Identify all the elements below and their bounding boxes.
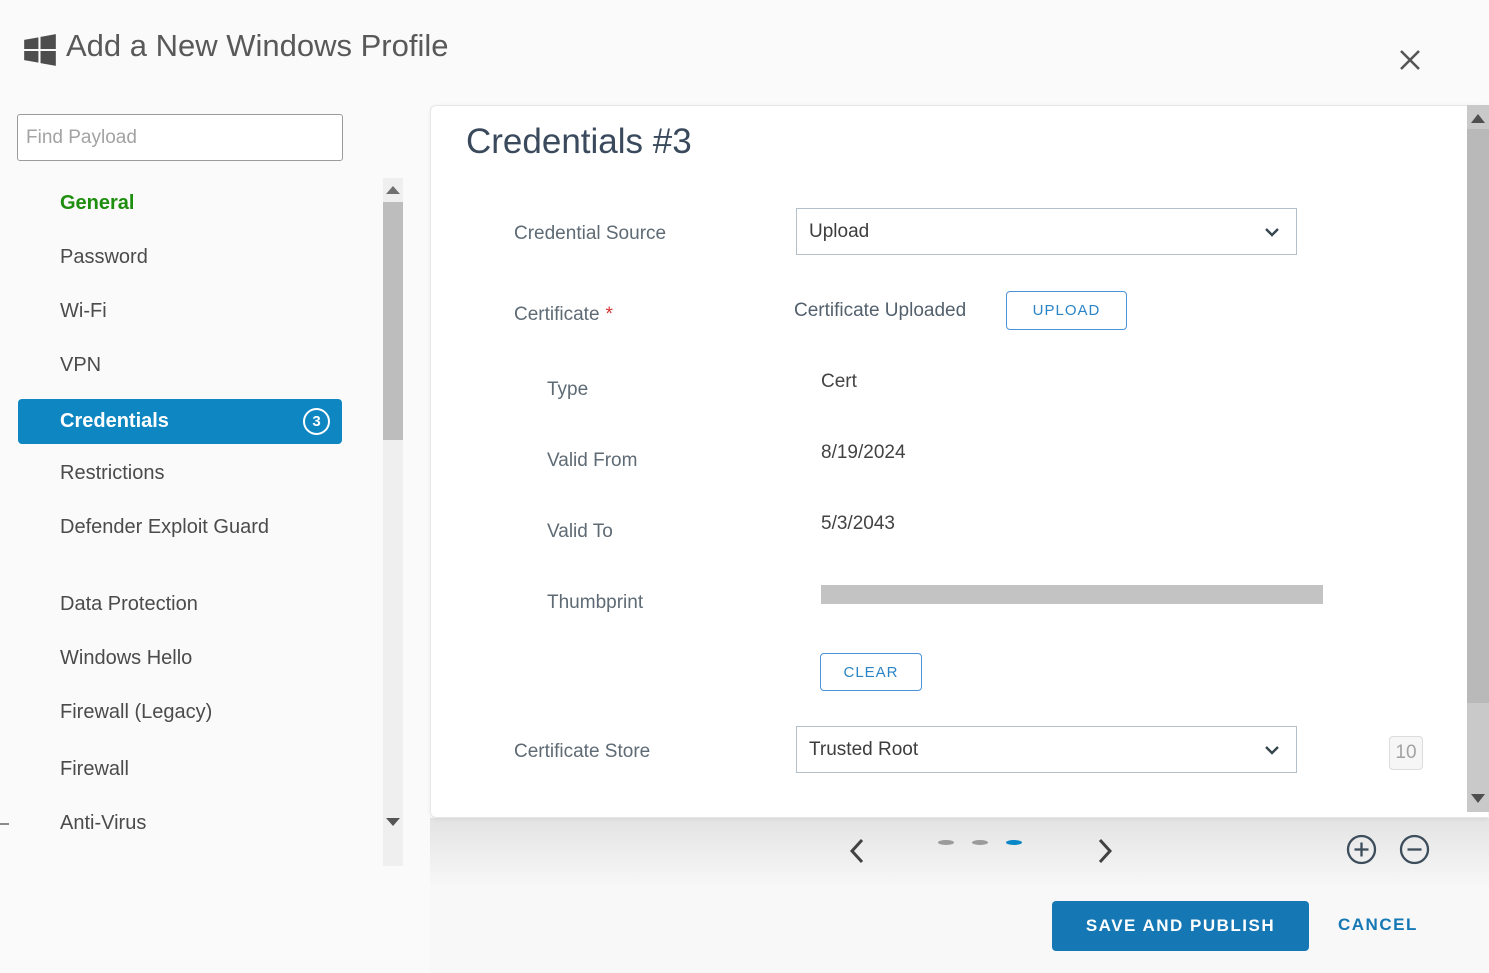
chevron-down-icon (1264, 743, 1280, 761)
scroll-down-icon[interactable] (386, 818, 400, 826)
sidebar-item-wifi[interactable]: Wi-Fi (60, 300, 107, 323)
certificate-store-value: Trusted Root (809, 739, 918, 761)
payload-panel: Credentials #3 Credential Source Upload … (430, 105, 1488, 818)
scroll-up-icon[interactable] (386, 186, 400, 194)
upload-button[interactable]: UPLOAD (1006, 291, 1127, 330)
certificate-status: Certificate Uploaded (794, 300, 966, 322)
valid-to-value: 5/3/2043 (821, 513, 895, 535)
type-label: Type (547, 379, 588, 401)
page-title: Add a New Windows Profile (66, 28, 449, 64)
sidebar-item-vpn[interactable]: VPN (60, 354, 101, 377)
remove-payload-icon[interactable] (1399, 834, 1430, 865)
add-payload-icon[interactable] (1346, 834, 1377, 865)
footer-background (430, 818, 1489, 973)
sidebar-item-general[interactable]: General (60, 192, 134, 215)
store-count-badge: 10 (1389, 736, 1423, 770)
sidebar-item-anti-virus[interactable]: Anti-Virus (60, 812, 146, 835)
clear-button[interactable]: CLEAR (820, 653, 922, 691)
cancel-button[interactable]: CANCEL (1332, 914, 1424, 936)
certificate-label: Certificate * (514, 304, 613, 326)
sidebar-item-data-protection[interactable]: Data Protection (60, 593, 198, 616)
certificate-store-select[interactable]: Trusted Root (796, 726, 1297, 773)
panel-scrollbar-thumb[interactable] (1467, 129, 1489, 703)
edge-artifact (0, 823, 9, 825)
page-dot-1[interactable] (938, 840, 954, 845)
thumbprint-redacted-value (821, 585, 1323, 604)
sidebar-item-password[interactable]: Password (60, 246, 148, 269)
sidebar-item-restrictions[interactable]: Restrictions (60, 462, 164, 485)
search-input[interactable] (17, 114, 343, 161)
credential-source-value: Upload (809, 221, 869, 243)
credential-source-select[interactable]: Upload (796, 208, 1297, 255)
sidebar-scrollbar[interactable] (383, 178, 403, 866)
sidebar-item-credentials[interactable]: Credentials 3 (18, 399, 342, 444)
scroll-down-icon[interactable] (1471, 794, 1485, 803)
credential-source-label: Credential Source (514, 223, 666, 245)
sidebar-item-firewall[interactable]: Firewall (60, 758, 129, 781)
next-payload-icon[interactable] (1094, 836, 1116, 866)
valid-to-label: Valid To (547, 521, 613, 543)
certificate-store-label: Certificate Store (514, 741, 650, 763)
prev-payload-icon[interactable] (846, 836, 868, 866)
windows-logo-icon (21, 31, 59, 69)
valid-from-label: Valid From (547, 450, 637, 472)
sidebar-item-defender-exploit-guard[interactable]: Defender Exploit Guard (60, 516, 310, 539)
panel-scrollbar[interactable] (1467, 105, 1489, 812)
chevron-down-icon (1264, 225, 1280, 243)
save-and-publish-button[interactable]: SAVE AND PUBLISH (1052, 901, 1309, 951)
page-dot-2[interactable] (972, 840, 988, 845)
thumbprint-label: Thumbprint (547, 592, 643, 614)
close-icon[interactable] (1392, 42, 1428, 78)
sidebar-scrollbar-thumb[interactable] (383, 202, 403, 440)
sidebar-item-windows-hello[interactable]: Windows Hello (60, 647, 192, 670)
sidebar-item-firewall-legacy[interactable]: Firewall (Legacy) (60, 701, 212, 724)
type-value: Cert (821, 371, 857, 393)
credentials-count-badge: 3 (303, 408, 330, 435)
scroll-up-icon[interactable] (1471, 114, 1485, 123)
page-dot-3-active[interactable] (1006, 840, 1022, 845)
sidebar-item-label: Credentials (60, 410, 169, 433)
panel-title: Credentials #3 (466, 122, 692, 162)
certificate-label-text: Certificate (514, 304, 600, 325)
valid-from-value: 8/19/2024 (821, 442, 906, 464)
required-asterisk: * (606, 304, 613, 325)
